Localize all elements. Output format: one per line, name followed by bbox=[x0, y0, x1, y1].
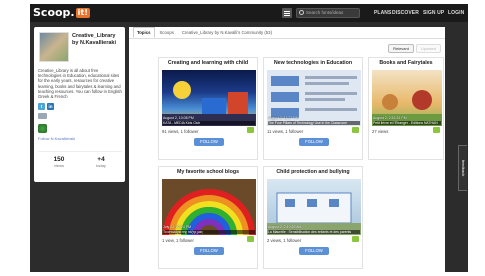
linkedin-icon[interactable]: in bbox=[47, 103, 54, 110]
follow-profile-link[interactable]: Follow N.Kavallieraki bbox=[38, 136, 75, 141]
topic-title[interactable]: My favorite school blogs bbox=[159, 167, 257, 178]
stat-today-number: +4 bbox=[97, 156, 105, 163]
logo-text: Scoop. bbox=[33, 6, 75, 19]
topic-title[interactable]: Books and Fairytales bbox=[369, 58, 443, 69]
topic-card[interactable]: Child protection and bullying August 2, … bbox=[263, 166, 363, 269]
search-placeholder: Search fonts/ideas bbox=[306, 10, 344, 15]
topic-image[interactable]: August 2, 2:52:31 PM Petit lièvre et l'É… bbox=[372, 70, 442, 126]
add-icon[interactable] bbox=[247, 236, 254, 242]
follow-button[interactable]: FOLLOW bbox=[194, 247, 224, 255]
topic-caption[interactable]: La Maurelle : Sensibilisation des enfant… bbox=[268, 230, 360, 234]
topic-stats: 11 views, 1 follower bbox=[267, 129, 304, 134]
browser-frame: Scoop. it! Search fonts/ideas PLANS DISC… bbox=[30, 4, 468, 272]
stat-views-label: views bbox=[53, 163, 64, 168]
topic-title[interactable]: Child protection and bullying bbox=[264, 167, 362, 178]
nav-discover[interactable]: DISCOVER bbox=[392, 10, 419, 16]
profile-bio: Creative_Library is all about free techn… bbox=[38, 68, 122, 100]
topic-caption[interactable]: Petit lièvre et l'Étranger - Editions NA… bbox=[373, 121, 441, 125]
topic-stats: 27 views bbox=[372, 129, 389, 134]
topic-date: July 23, 12:24 PM bbox=[163, 225, 192, 229]
topic-date: August 2, 2:52:31 PM bbox=[373, 116, 407, 120]
main-content: Topics Scoops Creative_Library by N.Kava… bbox=[129, 27, 445, 272]
add-icon[interactable] bbox=[433, 127, 440, 133]
topic-title[interactable]: Creating and learning with child bbox=[159, 58, 257, 69]
search-input[interactable]: Search fonts/ideas bbox=[296, 8, 360, 18]
topic-caption[interactable]: The Four Pillars of Technology Use in th… bbox=[268, 121, 360, 125]
add-icon[interactable] bbox=[352, 127, 359, 133]
sort-relevant-button[interactable]: Relevant bbox=[388, 44, 414, 53]
topic-card[interactable]: New technologies in Education August 2, … bbox=[263, 57, 363, 160]
nav-sign-up[interactable]: SIGN UP bbox=[423, 10, 444, 16]
scoopit-logo[interactable]: Scoop. it! bbox=[33, 6, 90, 19]
tab-community[interactable]: Creative_Library by N.Kavalli's Communit… bbox=[179, 28, 275, 37]
twitter-icon[interactable]: t bbox=[38, 103, 45, 110]
logo-badge: it! bbox=[75, 7, 90, 18]
profile-sidebar: Creative_Library by N.Kavallieraki Creat… bbox=[34, 27, 125, 182]
topic-date: August 2, 2:10:26 AM bbox=[268, 225, 302, 229]
follow-button[interactable]: FOLLOW bbox=[299, 138, 329, 146]
tab-scoops[interactable]: Scoops bbox=[157, 28, 177, 37]
topic-image[interactable]: July 23, 12:24 PM Το ιστολόγιο της τάξης… bbox=[162, 179, 256, 235]
stat-today-label: today bbox=[96, 163, 106, 168]
follow-button[interactable]: FOLLOW bbox=[194, 138, 224, 146]
topic-date: August 2, 10:08 PM bbox=[163, 116, 194, 120]
add-icon[interactable] bbox=[352, 236, 359, 242]
search-icon bbox=[299, 10, 304, 15]
nav-login[interactable]: LOGIN bbox=[448, 10, 464, 16]
nav-plans[interactable]: PLANS bbox=[374, 10, 391, 16]
avatar[interactable] bbox=[39, 32, 69, 62]
sort-updated-button[interactable]: Updated bbox=[415, 44, 441, 53]
follow-button[interactable]: FOLLOW bbox=[299, 247, 329, 255]
topic-image[interactable]: August 2, 2:10:26 AM La Maurelle : Sensi… bbox=[267, 179, 361, 235]
topic-image[interactable]: August 2, 10:08 PM ΚΑΤΑ - MEDIA Kids Clu… bbox=[162, 70, 256, 126]
sort-bar: Relevant Updated bbox=[388, 44, 441, 53]
topic-image[interactable]: August 2, 11:27 PM The Four Pillars of T… bbox=[267, 70, 361, 126]
tab-topics[interactable]: Topics bbox=[133, 27, 155, 38]
topic-card[interactable]: Books and Fairytales August 2, 2:52:31 P… bbox=[368, 57, 444, 160]
profile-badge-icon[interactable] bbox=[38, 124, 47, 133]
topic-stats: 1 view, 1 follower bbox=[162, 238, 194, 243]
topic-stats: 2 views, 1 follower bbox=[267, 238, 302, 243]
stat-views-number: 150 bbox=[53, 156, 65, 163]
topic-card[interactable]: Creating and learning with child August … bbox=[158, 57, 258, 160]
tab-bar: Topics Scoops Creative_Library by N.Kava… bbox=[129, 27, 445, 39]
topic-card[interactable]: My favorite school blogs July 23, 12:24 … bbox=[158, 166, 258, 269]
topic-date: August 2, 11:27 PM bbox=[268, 116, 299, 120]
profile-name[interactable]: Creative_Library by N.Kavallieraki bbox=[72, 33, 122, 46]
mail-icon[interactable] bbox=[38, 113, 47, 119]
feedback-tab[interactable]: feedback bbox=[458, 145, 467, 191]
topic-caption[interactable]: ΚΑΤΑ - MEDIA Kids Club bbox=[163, 121, 255, 125]
topic-stats: 91 views, 1 follower bbox=[162, 129, 199, 134]
topic-title[interactable]: New technologies in Education bbox=[264, 58, 362, 69]
top-bar: Scoop. it! Search fonts/ideas PLANS DISC… bbox=[30, 4, 468, 22]
profile-stats: 150 views +4 today bbox=[38, 151, 122, 175]
topic-caption[interactable]: Το ιστολόγιο της τάξης μας bbox=[163, 230, 255, 234]
menu-button[interactable] bbox=[282, 8, 292, 18]
add-icon[interactable] bbox=[247, 127, 254, 133]
